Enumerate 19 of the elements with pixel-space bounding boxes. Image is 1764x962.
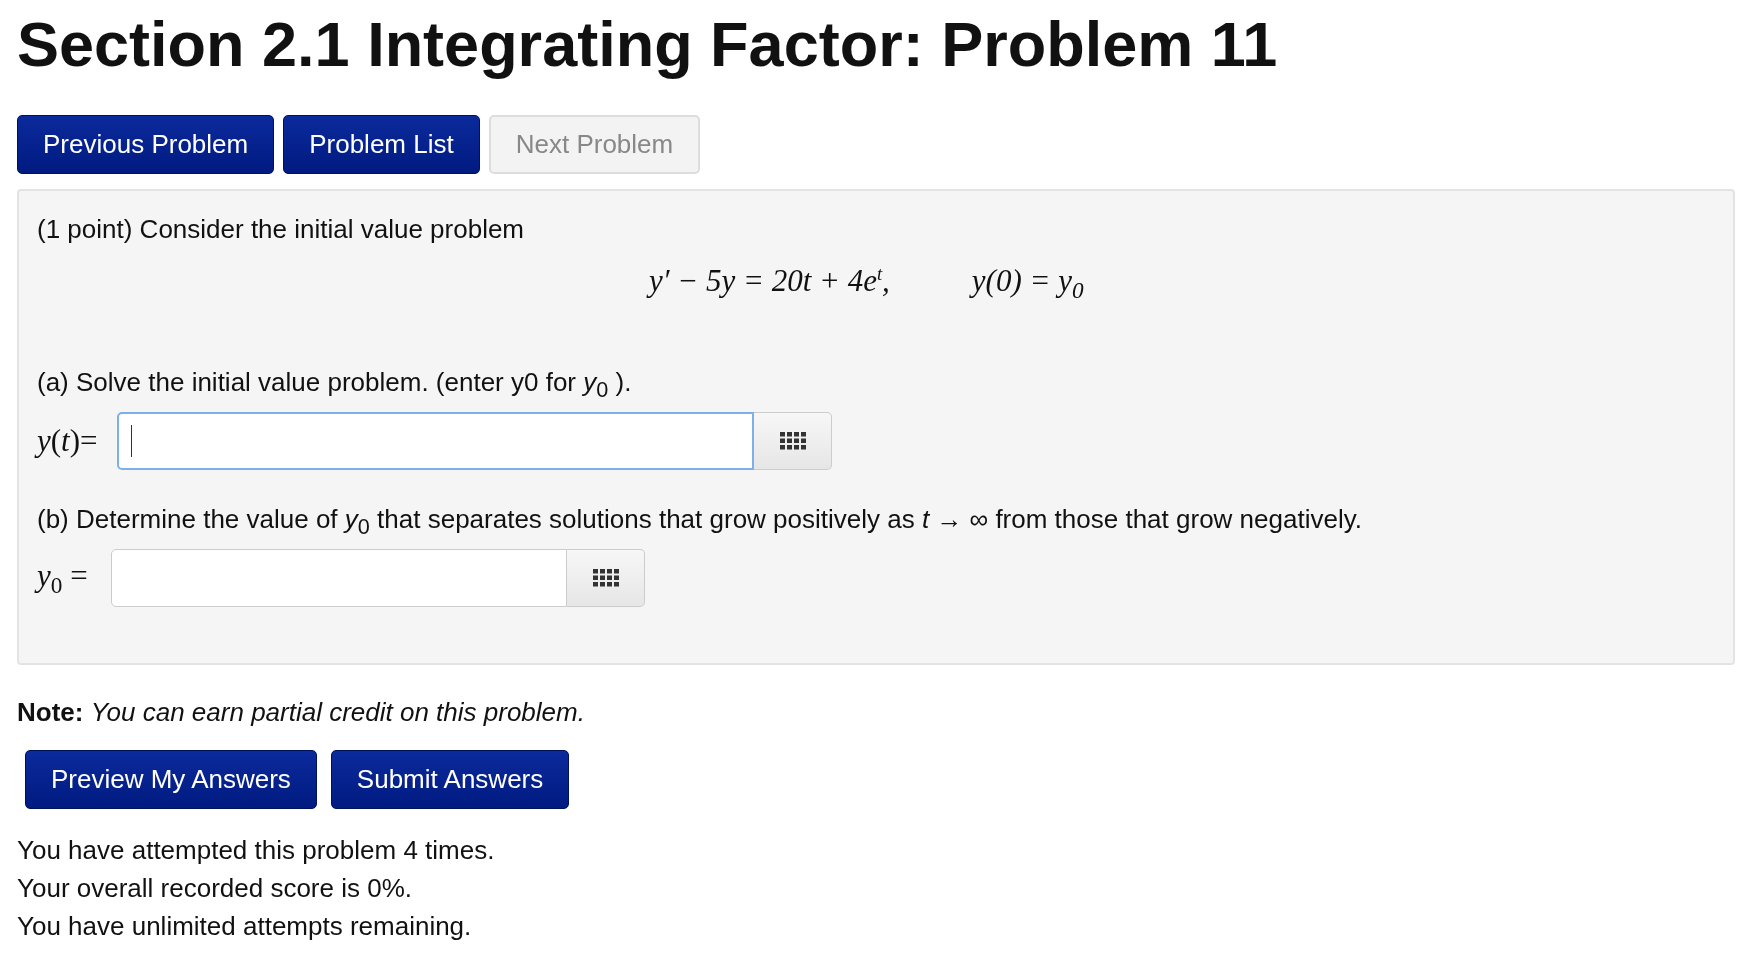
note-text: Note: You can earn partial credit on this problem. [17,697,586,728]
nav-button[interactable]: Previous Problem [17,115,275,174]
question-text: (a) Solve the initial value problem. (enter y0 for y$_{0}$ ). [37,366,633,405]
status-text: You have attempted this problem 4 times. [17,834,496,867]
equation-editor-button[interactable] [754,412,832,471]
submit-button[interactable]: Submit Answers [330,750,570,809]
equation: y(0) = y$_{0}$ [971,263,1084,306]
grid-icon [779,432,806,451]
page-title: Section 2.1 Integrating Factor: Problem 11 [17,8,1279,81]
question-text: (b) Determine the value of y$_{0}$ that separates solutions that grow positively as t → ∞ from those that grow negatively. [37,503,1363,542]
grid-icon [592,569,619,588]
status-text: Your overall recorded score is 0%. [17,872,413,905]
nav-button[interactable]: Problem List [283,115,480,174]
equation-editor-button[interactable] [567,549,645,608]
answer-field[interactable] [111,549,567,608]
submit-button[interactable]: Preview My Answers [25,750,317,809]
problem-intro: (1 point) Consider the initial value problem [37,213,526,245]
status-text: You have unlimited attempts remaining. [17,910,473,943]
answer-field[interactable] [117,412,754,471]
